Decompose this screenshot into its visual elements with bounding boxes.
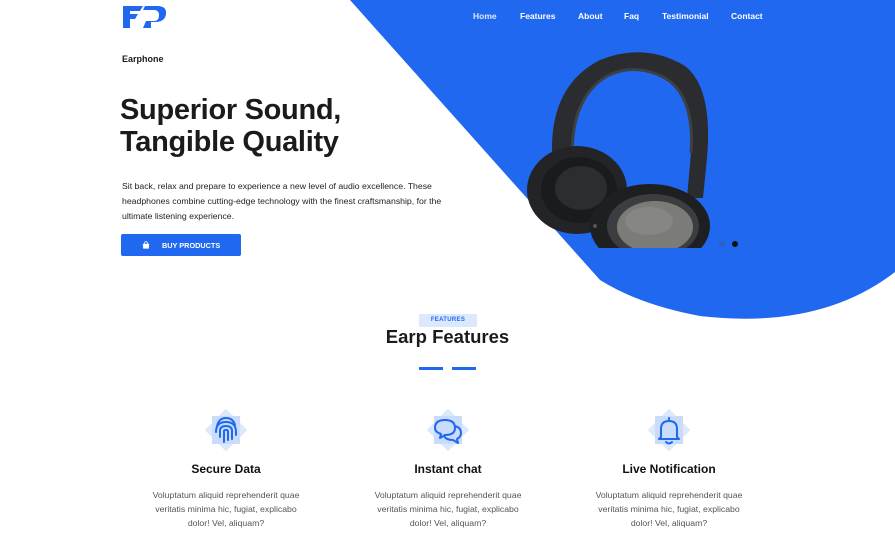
feature-title: Secure Data: [191, 462, 261, 476]
shopping-bag-icon: [142, 241, 150, 249]
feature-text: Voluptatum aliquid reprehenderit quae ve…: [374, 490, 522, 528]
feature-card-secure-data: Secure Data Voluptatum aliquid reprehend…: [126, 402, 326, 530]
feature-title: Live Notification: [622, 462, 716, 476]
hero-headline-line2: Tangible Quality: [120, 126, 339, 158]
nav-item-about[interactable]: About: [578, 11, 603, 21]
nav-item-home[interactable]: Home: [473, 11, 497, 21]
slider-dot-2[interactable]: [732, 241, 738, 247]
nav-item-testimonial[interactable]: Testimonial: [662, 11, 709, 21]
hero-headline-line1: Superior Sound,: [120, 94, 342, 126]
feature-text: Voluptatum aliquid reprehenderit quae ve…: [152, 490, 300, 528]
hero-description: Sit back, relax and prepare to experienc…: [122, 181, 442, 221]
hero-background-shape: [350, 0, 895, 319]
feature-card-instant-chat: Instant chat Voluptatum aliquid reprehen…: [348, 402, 548, 530]
feature-text: Voluptatum aliquid reprehenderit quae ve…: [595, 490, 743, 528]
feature-icon-wrap: [198, 402, 254, 458]
hero-eyebrow: Earphone: [122, 54, 164, 64]
hero-headline: Superior Sound, Tangible Quality: [120, 94, 341, 158]
feature-card-live-notification: Live Notification Voluptatum aliquid rep…: [569, 402, 769, 530]
buy-products-label: BUY PRODUCTS: [162, 240, 221, 250]
slider-dot-1[interactable]: [719, 241, 725, 247]
hero-slider-dots: [719, 241, 738, 247]
feature-title: Instant chat: [414, 462, 482, 476]
feature-icon-wrap: [420, 402, 476, 458]
feature-icon-wrap: [641, 402, 697, 458]
main-nav: Home Features About Faq Testimonial Cont…: [0, 11, 895, 25]
features-title: Earp Features: [385, 326, 510, 347]
nav-item-features[interactable]: Features: [520, 11, 555, 21]
nav-item-faq[interactable]: Faq: [624, 11, 639, 21]
nav-item-contact[interactable]: Contact: [731, 11, 763, 21]
title-underline-right: [452, 367, 476, 370]
bell-icon: [647, 408, 691, 452]
buy-products-button[interactable]: BUY PRODUCTS: [121, 234, 241, 256]
fingerprint-icon: [204, 408, 248, 452]
headphones-image: [527, 52, 710, 248]
chat-bubbles-icon: [426, 408, 470, 452]
title-underline-left: [419, 367, 443, 370]
